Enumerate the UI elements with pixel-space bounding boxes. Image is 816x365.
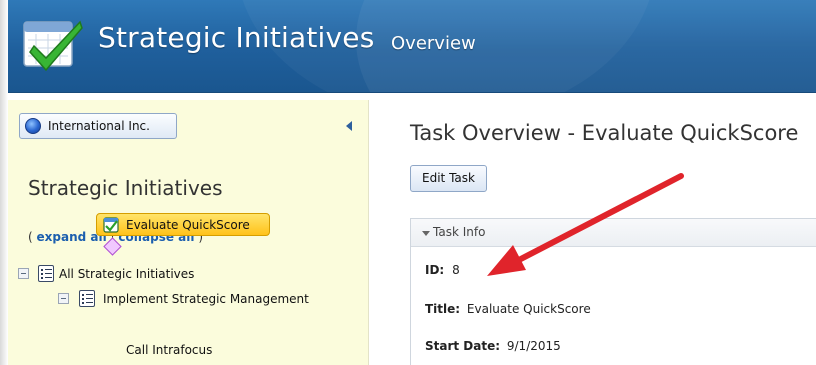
edit-task-button[interactable]: Edit Task xyxy=(410,165,487,192)
field-start-date: Start Date: 9/1/2015 xyxy=(425,339,561,353)
page-left-shadow xyxy=(0,0,8,365)
sidebar-title: Strategic Initiatives xyxy=(28,176,223,200)
field-id: ID: 8 xyxy=(425,263,460,277)
task-info-panel: Task Info ID: 8 Title: Evaluate QuickSco… xyxy=(410,218,816,365)
header-section-link[interactable]: Overview xyxy=(391,33,476,54)
checked-task-icon xyxy=(103,217,119,233)
task-info-panel-header[interactable]: Task Info xyxy=(411,219,816,247)
collapse-toggle-icon[interactable] xyxy=(58,293,69,304)
tree-item-label: Implement Strategic Management xyxy=(103,292,309,306)
field-value: 9/1/2015 xyxy=(506,339,561,353)
globe-icon xyxy=(25,118,41,134)
page-title: Task Overview - Evaluate QuickScore xyxy=(410,121,799,145)
chevron-left-icon[interactable] xyxy=(346,121,352,131)
tree-item-label: All Strategic Initiatives xyxy=(59,267,195,281)
caret-down-icon xyxy=(422,231,430,236)
field-label: ID: xyxy=(425,263,445,277)
field-title: Title: Evaluate QuickScore xyxy=(425,302,591,316)
collapse-toggle-icon[interactable] xyxy=(18,268,29,279)
open-paren: ( xyxy=(28,230,33,244)
tree-item-call-intrafocus[interactable]: Call Intrafocus xyxy=(126,339,212,361)
app-title: Strategic Initiatives xyxy=(98,21,375,54)
app-header: Strategic Initiatives Overview xyxy=(8,0,816,93)
field-label: Title: xyxy=(425,302,461,316)
field-label: Start Date: xyxy=(425,339,501,353)
organization-label: International Inc. xyxy=(48,119,150,133)
checkmark-calendar-icon xyxy=(23,20,83,72)
tree-item-label: Evaluate QuickScore xyxy=(126,218,250,232)
panel-header-label: Task Info xyxy=(433,225,486,239)
list-icon xyxy=(38,265,54,282)
field-value: Evaluate QuickScore xyxy=(466,302,591,316)
organization-button[interactable]: International Inc. xyxy=(19,113,177,139)
field-value: 8 xyxy=(452,263,460,277)
list-icon xyxy=(79,290,95,307)
